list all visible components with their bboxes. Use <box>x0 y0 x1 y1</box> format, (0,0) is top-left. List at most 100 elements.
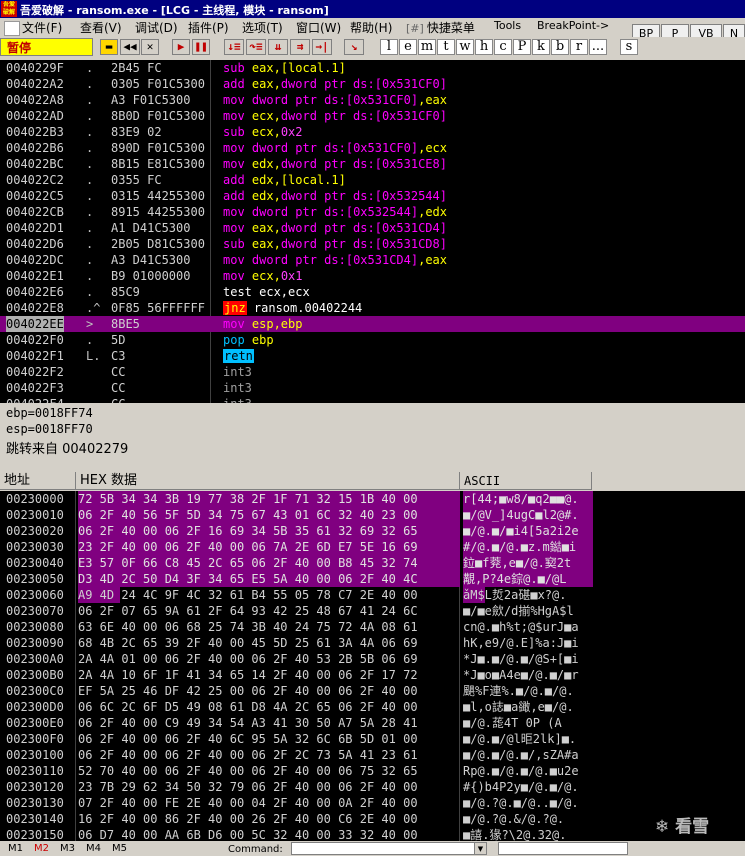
window-title: 吾爱破解 - ransom.exe - [LCG - 主线程, 模块 - ran… <box>20 4 329 17</box>
disasm-row[interactable]: 004022F0. 5D pop ebp <box>0 332 745 348</box>
dump-row[interactable]: 00230060 A9 4D 24 4C 9F 4C 32 61 B4 55 05… <box>0 587 745 603</box>
hex-dump-pane[interactable]: 00230000 72 5B 34 34 3B 19 77 38 2F 1F 71… <box>0 491 745 841</box>
run-icon[interactable]: ▶ <box>172 39 190 55</box>
dump-row[interactable]: 00230090 68 4B 2C 65 39 2F 40 00 45 5D 25… <box>0 635 745 651</box>
step-over-icon[interactable]: ↷≡ <box>246 39 266 55</box>
dump-row[interactable]: 00230050 D3 4D 2C 50 D4 3F 34 65 E5 5A 40… <box>0 571 745 587</box>
disasm-instruction: sub eax,[local.1] <box>223 61 346 75</box>
dump-row[interactable]: 00230070 06 2F 07 65 9A 61 2F 64 93 42 25… <box>0 603 745 619</box>
menu-debug[interactable]: 调试(D) <box>135 19 178 36</box>
dump-row[interactable]: 00230110 52 70 40 00 06 2F 40 00 06 2F 40… <box>0 763 745 779</box>
command-input[interactable] <box>291 842 487 855</box>
dump-row[interactable]: 00230150 06 D7 40 00 AA 6B D6 00 5C 32 40… <box>0 827 745 841</box>
dump-row[interactable]: 00230030 23 2F 40 00 06 2F 40 00 06 7A 2E… <box>0 539 745 555</box>
toolbar-k-button[interactable]: k <box>532 39 550 55</box>
dump-row[interactable]: 00230120 23 7B 29 62 34 50 32 79 06 2F 40… <box>0 779 745 795</box>
execute-till-return-icon[interactable]: →| <box>312 39 332 55</box>
menu-file[interactable]: 文件(F) <box>4 19 62 36</box>
disasm-row[interactable]: 004022F4 CC int3 <box>0 396 745 403</box>
dump-row[interactable]: 002300B0 2A 4A 10 6F 1F 41 34 65 14 2F 40… <box>0 667 745 683</box>
trace-over-icon[interactable]: ⇉ <box>290 39 310 55</box>
goto-icon[interactable]: ↘ <box>344 39 364 55</box>
rewind-icon[interactable]: ◀◀ <box>120 39 140 55</box>
toolbar-l-button[interactable]: l <box>380 39 398 55</box>
dump-row[interactable]: 002300E0 06 2F 40 00 C9 49 34 54 A3 41 30… <box>0 715 745 731</box>
disasm-row[interactable]: 004022F3 CC int3 <box>0 380 745 396</box>
disasm-row[interactable]: 004022C2. 0355 FC add edx,[local.1] <box>0 172 745 188</box>
disasm-row[interactable]: 0040229F. 2B45 FC sub eax,[local.1] <box>0 60 745 76</box>
disasm-row[interactable]: 004022B6. 890D F01C5300 mov dword ptr ds:[… <box>0 140 745 156</box>
toolbar-c-button[interactable]: c <box>494 39 512 55</box>
disasm-row[interactable]: 004022C5. 0315 44255300 add edx,dword ptr … <box>0 188 745 204</box>
tab-m2[interactable]: M2 <box>34 843 49 854</box>
disasm-row[interactable]: 004022A8. A3 F01C5300 mov dword ptr ds:[0x… <box>0 92 745 108</box>
toolbar-more-button[interactable]: ... <box>589 39 607 55</box>
close-icon[interactable]: ✕ <box>141 39 159 55</box>
menu-options[interactable]: 选项(T) <box>242 19 283 36</box>
tab-m4[interactable]: M4 <box>86 843 101 854</box>
menu-tools[interactable]: Tools <box>494 19 521 32</box>
disasm-row[interactable]: 004022CB. 8915 44255300 mov dword ptr ds:[… <box>0 204 745 220</box>
menu-view[interactable]: 查看(V) <box>80 19 122 36</box>
dump-row[interactable]: 002300A0 2A 4A 01 00 06 2F 40 00 06 2F 40… <box>0 651 745 667</box>
tab-m1[interactable]: M1 <box>8 843 23 854</box>
open-folder-icon[interactable]: ▬ <box>100 39 118 55</box>
disasm-row[interactable]: 004022BC. 8B15 E81C5300 mov edx,dword ptr … <box>0 156 745 172</box>
toolbar-w-button[interactable]: w <box>456 39 474 55</box>
dump-ascii: ■/■e歛/d揃%HgA$l <box>463 604 574 618</box>
dump-row[interactable]: 00230080 63 6E 40 00 06 68 25 74 3B 40 24… <box>0 619 745 635</box>
disasm-marker: L. <box>86 349 101 363</box>
dump-header-ascii[interactable]: ASCII <box>460 472 592 490</box>
toolbar-t-button[interactable]: t <box>437 39 455 55</box>
pause-icon[interactable]: ❚❚ <box>192 39 210 55</box>
menu-plugins[interactable]: 插件(P) <box>188 19 229 36</box>
dump-row[interactable]: 00230010 06 2F 40 56 5F 5D 34 75 67 43 01… <box>0 507 745 523</box>
disasm-row[interactable]: 004022EE >8BE5 mov esp,ebp <box>0 316 745 332</box>
disasm-row[interactable]: 004022A2. 0305 F01C5300 add eax,dword ptr … <box>0 76 745 92</box>
disasm-row[interactable]: 004022D1. A1 D41C5300 mov eax,dword ptr ds… <box>0 220 745 236</box>
dump-row[interactable]: 00230020 06 2F 40 00 06 2F 16 69 34 5B 35… <box>0 523 745 539</box>
disasm-row[interactable]: 004022E6. 85C9 test ecx,ecx <box>0 284 745 300</box>
tab-m5[interactable]: M5 <box>112 843 127 854</box>
dump-row[interactable]: 002300D0 06 6C 2C 6F D5 49 08 61 D8 4A 2C… <box>0 699 745 715</box>
disasm-row[interactable]: 004022AD. 8B0D F01C5300 mov ecx,dword ptr … <box>0 108 745 124</box>
dump-row[interactable]: 002300C0 EF 5A 25 46 DF 42 25 00 06 2F 40… <box>0 683 745 699</box>
menu-shortcut[interactable]: [#] 快捷菜单 <box>406 19 475 36</box>
chevron-down-icon[interactable]: ▼ <box>474 842 487 855</box>
toolbar-e-button[interactable]: e <box>399 39 417 55</box>
disasm-row[interactable]: 004022D6. 2B05 D81C5300 sub eax,dword ptr … <box>0 236 745 252</box>
toolbar-h-button[interactable]: h <box>475 39 493 55</box>
disasm-marker: . <box>86 221 94 235</box>
disasm-row[interactable]: 004022B3. 83E9 02 sub ecx,0x2 <box>0 124 745 140</box>
disasm-row[interactable]: 004022E8 .^ 0F85 56FFFFFF jnz ransom.004022… <box>0 300 745 316</box>
menu-breakpoint[interactable]: BreakPoint-> <box>537 19 609 32</box>
dump-row[interactable]: 00230130 07 2F 40 00 FE 2E 40 00 04 2F 40… <box>0 795 745 811</box>
step-into-icon[interactable]: ↓≡ <box>224 39 244 55</box>
disasm-row[interactable]: 004022F1 L. C3 retn <box>0 348 745 364</box>
disasm-marker: . <box>86 285 94 299</box>
toolbar-s-button[interactable]: s <box>620 39 638 55</box>
dump-row[interactable]: 00230040 E3 57 0F 66 C8 45 2C 65 06 2F 40… <box>0 555 745 571</box>
dump-header-hex[interactable]: HEX 数据 <box>76 472 460 490</box>
menu-window[interactable]: 窗口(W) <box>296 19 341 36</box>
toolbar-b-button[interactable]: b <box>551 39 569 55</box>
disasm-row[interactable]: 004022DC. A3 D41C5300 mov dword ptr ds:[0x… <box>0 252 745 268</box>
toolbar-p-button[interactable]: P <box>513 39 531 55</box>
dump-header-address[interactable]: 地址 <box>0 472 76 490</box>
dump-row[interactable]: 00230100 06 2F 40 00 06 2F 40 00 06 2F 2C… <box>0 747 745 763</box>
disasm-hex: 85C9 <box>111 285 140 299</box>
disasm-instruction: add edx,[local.1] <box>223 173 346 187</box>
trace-into-icon[interactable]: ⇊ <box>268 39 288 55</box>
dump-row[interactable]: 00230000 72 5B 34 34 3B 19 77 38 2F 1F 71… <box>0 491 745 507</box>
dump-row[interactable]: 002300F0 06 2F 40 00 06 2F 40 6C 95 5A 32… <box>0 731 745 747</box>
tab-m3[interactable]: M3 <box>60 843 75 854</box>
toolbar-m-button[interactable]: m <box>418 39 436 55</box>
dump-ascii: #/@.■/@.■z.m鐑■i <box>463 539 593 555</box>
dump-row[interactable]: 00230140 16 2F 40 00 86 2F 40 00 26 2F 40… <box>0 811 745 827</box>
disassembly-pane[interactable]: 0040229F. 2B45 FC sub eax,[local.1] 004022A… <box>0 60 745 403</box>
toolbar-r-button[interactable]: r <box>570 39 588 55</box>
disasm-row[interactable]: 004022F2 CC int3 <box>0 364 745 380</box>
disasm-instruction: int3 <box>223 365 252 379</box>
disasm-row[interactable]: 004022E1. B9 01000000 mov ecx,0x1 <box>0 268 745 284</box>
menu-help[interactable]: 帮助(H) <box>350 19 392 36</box>
